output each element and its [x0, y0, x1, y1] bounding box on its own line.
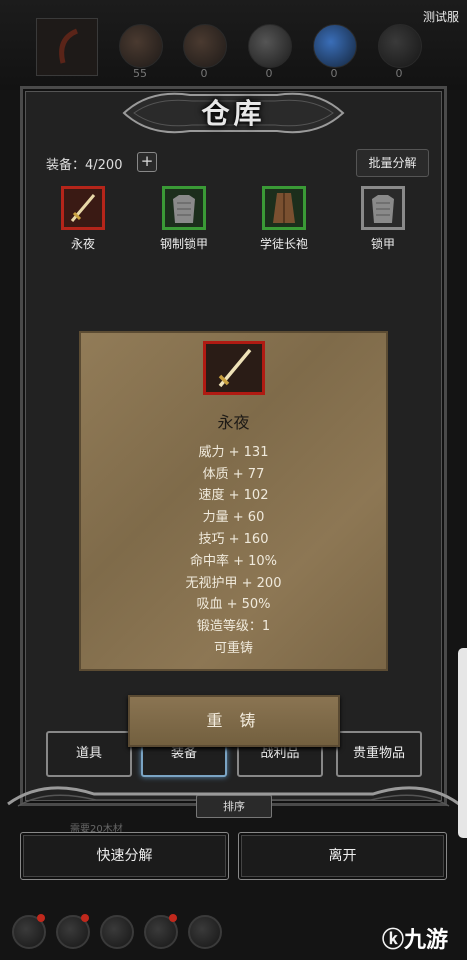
reforge-button[interactable]: 重 铸 [128, 695, 340, 747]
watermark-logo: ⓚ九游 [382, 922, 448, 954]
watermark-text: 九游 [404, 928, 449, 953]
tab-items[interactable]: 道具 [46, 731, 132, 777]
inventory-item-apprentice-robe[interactable]: 学徒长袍 [244, 186, 324, 252]
inventory-item-label: 锁甲 [370, 237, 395, 251]
stat-line: 吸血 + 50% [196, 597, 271, 612]
notification-dot [37, 914, 45, 922]
resource-value-2: 0 [200, 67, 208, 80]
stat-line: 可重铸 [213, 641, 253, 656]
equipment-count: 装备：4/200 [46, 158, 123, 173]
resource-value-4: 0 [330, 67, 338, 80]
tab-valuables[interactable]: 贵重物品 [336, 731, 422, 777]
stat-line: 力量 + 60 [202, 510, 265, 525]
whip-icon [59, 28, 79, 64]
inventory-item-chainmail[interactable]: 锁甲 [343, 186, 423, 252]
leave-button[interactable]: 离开 [238, 832, 447, 880]
robe-icon [262, 186, 306, 230]
weapon-slot[interactable] [36, 18, 98, 76]
stat-line: 命中率 + 10% [189, 554, 278, 569]
page-title: 仓库 [201, 97, 266, 130]
bottom-menu-icon[interactable] [144, 914, 178, 949]
chainmail-icon [361, 186, 405, 230]
bottom-menu-icon[interactable] [100, 915, 134, 949]
stat-line: 速度 + 102 [198, 488, 269, 503]
quick-decompose-button[interactable]: 快速分解 [20, 832, 229, 880]
inventory-item-label: 永夜 [70, 237, 95, 251]
stat-line: 威力 + 131 [198, 445, 269, 460]
resource-icon-2 [183, 24, 227, 68]
batch-decompose-button[interactable]: 批量分解 [356, 149, 429, 177]
bottom-menu-icon[interactable] [56, 914, 90, 949]
server-label: 测试服 [422, 10, 459, 24]
dagger-icon [203, 341, 265, 395]
stat-line: 锻造等级：1 [196, 619, 271, 634]
inventory-item-steel-chainmail[interactable]: 钢制锁甲 [144, 186, 224, 252]
resource-icon-1 [119, 24, 163, 68]
bottom-menu-icon[interactable] [12, 914, 46, 949]
resource-value-3: 0 [265, 67, 273, 80]
notification-dot [81, 914, 89, 922]
inventory-item-yongye[interactable]: 永夜 [43, 186, 123, 252]
inventory-item-label: 学徒长袍 [259, 237, 308, 251]
resource-icon-4 [313, 24, 357, 68]
logo-mark-icon: ⓚ [382, 928, 405, 953]
bottom-menu-icon[interactable] [188, 915, 222, 949]
resource-value-5: 0 [395, 67, 403, 80]
item-name: 永夜 [217, 413, 250, 432]
dagger-icon [61, 186, 105, 230]
scrollbar[interactable] [458, 648, 467, 838]
resource-icon-3 [248, 24, 292, 68]
expand-capacity-button[interactable]: + [137, 152, 157, 172]
inventory-item-label: 钢制锁甲 [159, 237, 208, 251]
stat-line: 技巧 + 160 [198, 532, 269, 547]
stat-line: 体质 + 77 [202, 467, 265, 482]
sort-button[interactable]: 排序 [196, 795, 272, 818]
notification-dot [169, 914, 177, 922]
stat-line: 无视护甲 + 200 [185, 576, 282, 591]
resource-value-1: 55 [133, 67, 147, 80]
chainmail-icon [162, 186, 206, 230]
resource-icon-5 [378, 24, 422, 68]
